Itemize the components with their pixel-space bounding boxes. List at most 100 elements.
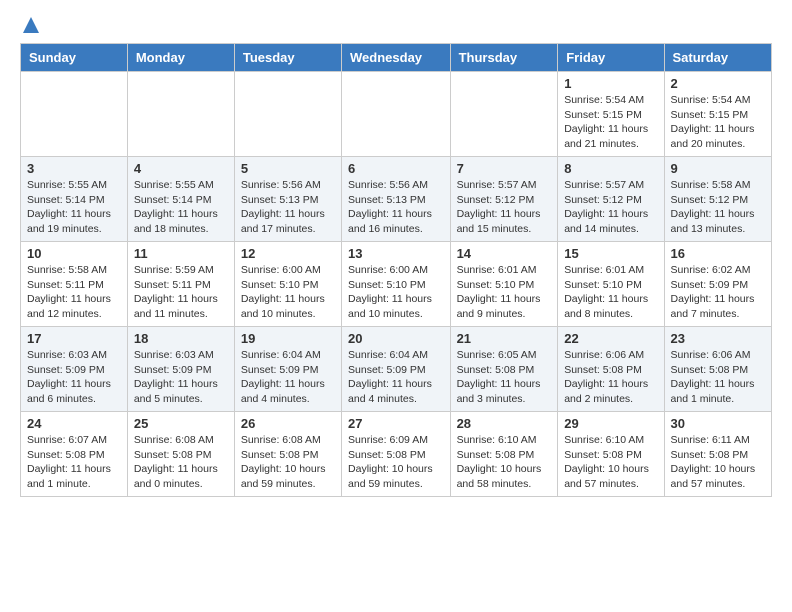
day-number: 2 <box>671 76 765 91</box>
day-number: 16 <box>671 246 765 261</box>
calendar-cell <box>342 72 451 157</box>
page-header <box>20 20 772 33</box>
logo <box>20 20 40 33</box>
calendar-header-saturday: Saturday <box>664 44 771 72</box>
day-number: 13 <box>348 246 444 261</box>
calendar-header-tuesday: Tuesday <box>234 44 341 72</box>
day-number: 26 <box>241 416 335 431</box>
calendar-cell <box>21 72 128 157</box>
calendar-header-sunday: Sunday <box>21 44 128 72</box>
day-info: Sunrise: 6:11 AM Sunset: 5:08 PM Dayligh… <box>671 433 765 492</box>
calendar-cell: 18 Sunrise: 6:03 AM Sunset: 5:09 PM Dayli… <box>127 327 234 412</box>
day-info: Sunrise: 6:02 AM Sunset: 5:09 PM Dayligh… <box>671 263 765 322</box>
calendar-cell: 6 Sunrise: 5:56 AM Sunset: 5:13 PM Daylig… <box>342 157 451 242</box>
day-info: Sunrise: 5:56 AM Sunset: 5:13 PM Dayligh… <box>348 178 444 237</box>
calendar-cell: 23 Sunrise: 6:06 AM Sunset: 5:08 PM Dayli… <box>664 327 771 412</box>
calendar-week-row: 3 Sunrise: 5:55 AM Sunset: 5:14 PM Daylig… <box>21 157 772 242</box>
calendar-cell <box>127 72 234 157</box>
calendar-cell: 19 Sunrise: 6:04 AM Sunset: 5:09 PM Dayli… <box>234 327 341 412</box>
day-number: 22 <box>564 331 657 346</box>
calendar-week-row: 17 Sunrise: 6:03 AM Sunset: 5:09 PM Dayli… <box>21 327 772 412</box>
day-number: 27 <box>348 416 444 431</box>
calendar-cell: 5 Sunrise: 5:56 AM Sunset: 5:13 PM Daylig… <box>234 157 341 242</box>
calendar-header-wednesday: Wednesday <box>342 44 451 72</box>
calendar-cell: 2 Sunrise: 5:54 AM Sunset: 5:15 PM Daylig… <box>664 72 771 157</box>
day-number: 11 <box>134 246 228 261</box>
calendar-cell: 20 Sunrise: 6:04 AM Sunset: 5:09 PM Dayli… <box>342 327 451 412</box>
day-info: Sunrise: 6:10 AM Sunset: 5:08 PM Dayligh… <box>457 433 552 492</box>
calendar-cell <box>450 72 558 157</box>
day-info: Sunrise: 5:56 AM Sunset: 5:13 PM Dayligh… <box>241 178 335 237</box>
calendar-cell: 1 Sunrise: 5:54 AM Sunset: 5:15 PM Daylig… <box>558 72 664 157</box>
day-number: 19 <box>241 331 335 346</box>
day-number: 7 <box>457 161 552 176</box>
day-number: 15 <box>564 246 657 261</box>
day-info: Sunrise: 5:54 AM Sunset: 5:15 PM Dayligh… <box>564 93 657 152</box>
calendar-cell: 29 Sunrise: 6:10 AM Sunset: 5:08 PM Dayli… <box>558 412 664 497</box>
calendar-cell: 15Sunrise: 6:01 AM Sunset: 5:10 PM Dayli… <box>558 242 664 327</box>
calendar-week-row: 1 Sunrise: 5:54 AM Sunset: 5:15 PM Daylig… <box>21 72 772 157</box>
day-number: 28 <box>457 416 552 431</box>
day-info: Sunrise: 5:58 AM Sunset: 5:11 PM Dayligh… <box>27 263 121 322</box>
day-info: Sunrise: 6:04 AM Sunset: 5:09 PM Dayligh… <box>241 348 335 407</box>
calendar-cell: 16 Sunrise: 6:02 AM Sunset: 5:09 PM Dayli… <box>664 242 771 327</box>
day-info: Sunrise: 5:55 AM Sunset: 5:14 PM Dayligh… <box>134 178 228 237</box>
day-number: 25 <box>134 416 228 431</box>
day-number: 3 <box>27 161 121 176</box>
day-info: Sunrise: 5:59 AM Sunset: 5:11 PM Dayligh… <box>134 263 228 322</box>
day-number: 10 <box>27 246 121 261</box>
day-number: 5 <box>241 161 335 176</box>
day-number: 9 <box>671 161 765 176</box>
day-number: 24 <box>27 416 121 431</box>
day-info: Sunrise: 6:09 AM Sunset: 5:08 PM Dayligh… <box>348 433 444 492</box>
day-info: Sunrise: 5:57 AM Sunset: 5:12 PM Dayligh… <box>564 178 657 237</box>
day-info: Sunrise: 6:06 AM Sunset: 5:08 PM Dayligh… <box>564 348 657 407</box>
day-number: 12 <box>241 246 335 261</box>
calendar-cell: 14 Sunrise: 6:01 AM Sunset: 5:10 PM Dayli… <box>450 242 558 327</box>
day-number: 1 <box>564 76 657 91</box>
day-number: 18 <box>134 331 228 346</box>
calendar-cell: 17Sunrise: 6:03 AM Sunset: 5:09 PM Dayli… <box>21 327 128 412</box>
day-number: 17 <box>27 331 121 346</box>
calendar-cell: 7 Sunrise: 5:57 AM Sunset: 5:12 PM Daylig… <box>450 157 558 242</box>
calendar-cell: 9 Sunrise: 5:58 AM Sunset: 5:12 PM Daylig… <box>664 157 771 242</box>
day-number: 6 <box>348 161 444 176</box>
calendar-cell: 30 Sunrise: 6:11 AM Sunset: 5:08 PM Dayli… <box>664 412 771 497</box>
day-info: Sunrise: 6:08 AM Sunset: 5:08 PM Dayligh… <box>241 433 335 492</box>
day-info: Sunrise: 6:04 AM Sunset: 5:09 PM Dayligh… <box>348 348 444 407</box>
day-info: Sunrise: 5:57 AM Sunset: 5:12 PM Dayligh… <box>457 178 552 237</box>
day-number: 14 <box>457 246 552 261</box>
day-info: Sunrise: 6:01 AM Sunset: 5:10 PM Dayligh… <box>457 263 552 322</box>
day-info: Sunrise: 6:07 AM Sunset: 5:08 PM Dayligh… <box>27 433 121 492</box>
day-info: Sunrise: 6:10 AM Sunset: 5:08 PM Dayligh… <box>564 433 657 492</box>
calendar-cell: 3 Sunrise: 5:55 AM Sunset: 5:14 PM Daylig… <box>21 157 128 242</box>
calendar-header-row: SundayMondayTuesdayWednesdayThursdayFrid… <box>21 44 772 72</box>
day-info: Sunrise: 6:00 AM Sunset: 5:10 PM Dayligh… <box>241 263 335 322</box>
day-info: Sunrise: 6:06 AM Sunset: 5:08 PM Dayligh… <box>671 348 765 407</box>
calendar-cell: 12 Sunrise: 6:00 AM Sunset: 5:10 PM Dayli… <box>234 242 341 327</box>
calendar-cell: 21 Sunrise: 6:05 AM Sunset: 5:08 PM Dayli… <box>450 327 558 412</box>
day-number: 4 <box>134 161 228 176</box>
day-info: Sunrise: 5:54 AM Sunset: 5:15 PM Dayligh… <box>671 93 765 152</box>
calendar-week-row: 24 Sunrise: 6:07 AM Sunset: 5:08 PM Dayli… <box>21 412 772 497</box>
day-number: 29 <box>564 416 657 431</box>
day-number: 30 <box>671 416 765 431</box>
day-number: 23 <box>671 331 765 346</box>
day-number: 20 <box>348 331 444 346</box>
calendar-cell: 13 Sunrise: 6:00 AM Sunset: 5:10 PM Dayli… <box>342 242 451 327</box>
calendar-table: SundayMondayTuesdayWednesdayThursdayFrid… <box>20 43 772 497</box>
calendar-cell: 8 Sunrise: 5:57 AM Sunset: 5:12 PM Daylig… <box>558 157 664 242</box>
day-info: Sunrise: 6:05 AM Sunset: 5:08 PM Dayligh… <box>457 348 552 407</box>
day-info: Sunrise: 6:03 AM Sunset: 5:09 PM Dayligh… <box>134 348 228 407</box>
calendar-cell: 28 Sunrise: 6:10 AM Sunset: 5:08 PM Dayli… <box>450 412 558 497</box>
day-info: Sunrise: 5:58 AM Sunset: 5:12 PM Dayligh… <box>671 178 765 237</box>
calendar-cell: 22 Sunrise: 6:06 AM Sunset: 5:08 PM Dayli… <box>558 327 664 412</box>
day-info: Sunrise: 5:55 AM Sunset: 5:14 PM Dayligh… <box>27 178 121 237</box>
day-number: 21 <box>457 331 552 346</box>
calendar-header-thursday: Thursday <box>450 44 558 72</box>
logo-flag-icon <box>22 16 40 39</box>
day-info: Sunrise: 6:00 AM Sunset: 5:10 PM Dayligh… <box>348 263 444 322</box>
day-info: Sunrise: 6:08 AM Sunset: 5:08 PM Dayligh… <box>134 433 228 492</box>
calendar-week-row: 10 Sunrise: 5:58 AM Sunset: 5:11 PM Dayli… <box>21 242 772 327</box>
day-number: 8 <box>564 161 657 176</box>
